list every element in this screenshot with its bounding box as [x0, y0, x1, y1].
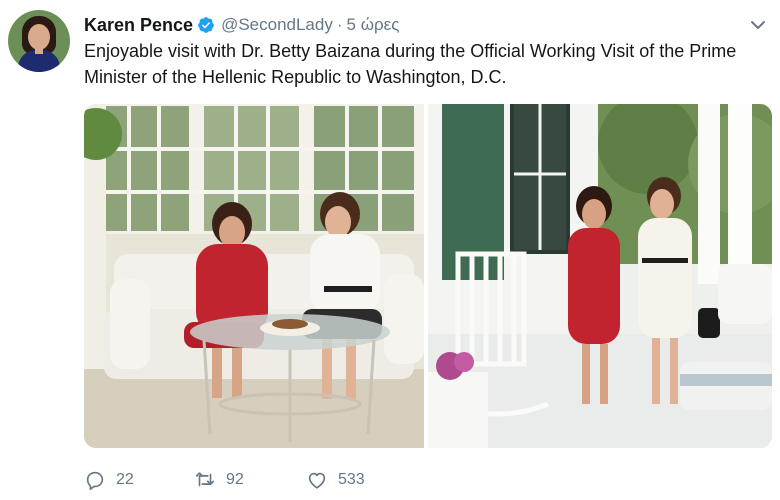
author-name[interactable]: Karen Pence: [84, 15, 193, 36]
chevron-down-icon[interactable]: [750, 17, 766, 33]
verified-badge-icon: [198, 17, 214, 33]
like-button[interactable]: 533: [306, 469, 365, 491]
tweet: Karen Pence @SecondLady · 5 ώρες Enjoyab…: [0, 0, 780, 500]
retweet-button[interactable]: 92: [194, 469, 306, 491]
avatar[interactable]: [8, 10, 70, 72]
like-count: 533: [338, 471, 365, 488]
reply-button[interactable]: 22: [84, 469, 194, 491]
tweet-actions: 22 92 533: [84, 466, 365, 494]
photo-sunroom[interactable]: [84, 104, 424, 448]
tweet-header: Karen Pence @SecondLady · 5 ώρες: [84, 14, 399, 36]
separator-dot: ·: [336, 15, 343, 34]
reply-count: 22: [116, 471, 134, 488]
tweet-text: Enjoyable visit with Dr. Betty Baizana d…: [84, 41, 737, 87]
retweet-count: 92: [226, 471, 244, 488]
author-handle[interactable]: @SecondLady: [221, 15, 333, 35]
photo-porch[interactable]: [428, 104, 772, 448]
media-gallery: [84, 104, 772, 448]
heart-icon: [308, 472, 326, 489]
timestamp[interactable]: 5 ώρες: [347, 15, 400, 35]
retweet-icon: [195, 472, 215, 487]
reply-icon: [86, 471, 104, 490]
